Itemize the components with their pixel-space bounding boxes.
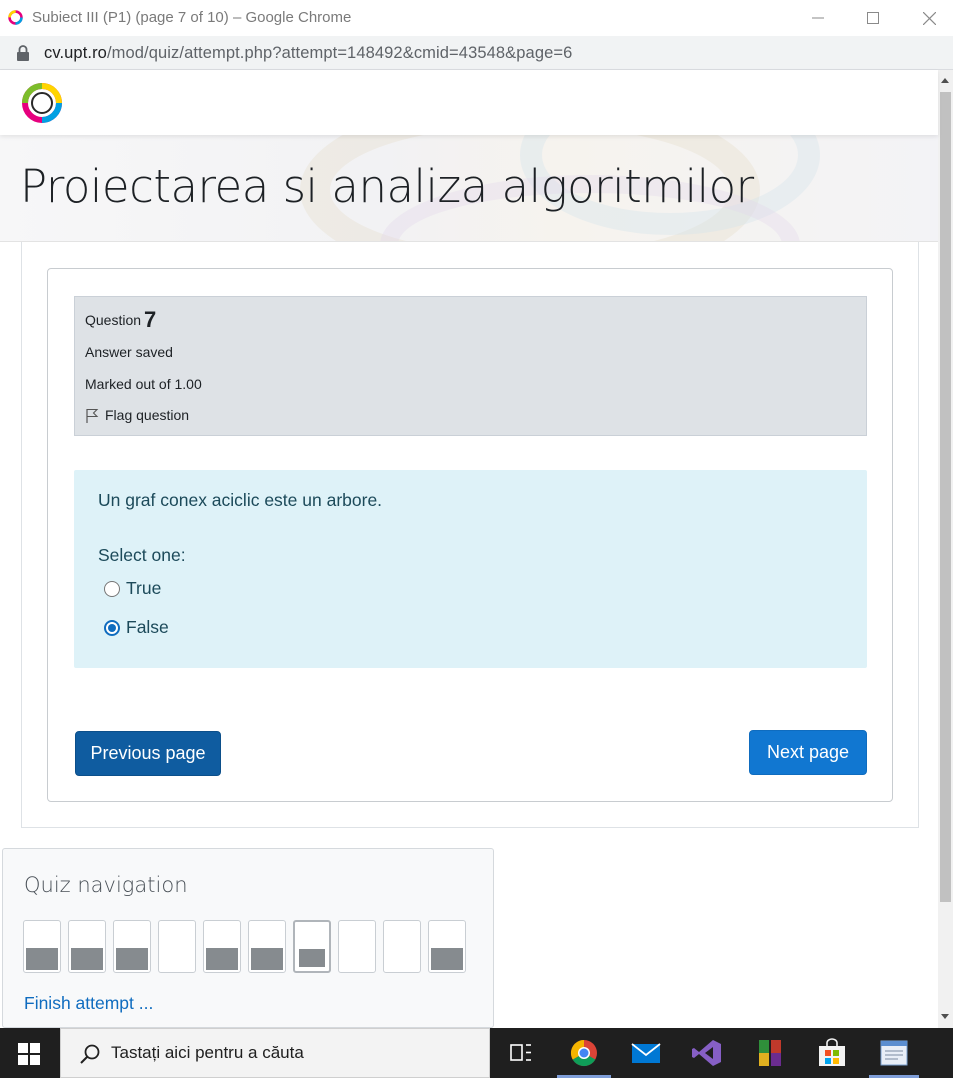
lock-icon <box>17 45 29 61</box>
quiz-nav-question-button[interactable] <box>158 920 196 973</box>
quiz-navigation-title: Quiz navigation <box>24 873 188 897</box>
answer-option-label[interactable]: True <box>126 578 161 599</box>
answer-option-true[interactable]: True <box>104 578 161 599</box>
scrollbar-thumb[interactable] <box>940 92 951 902</box>
quiz-nav-question-button[interactable] <box>293 920 331 973</box>
quiz-nav-question-button[interactable] <box>68 920 106 973</box>
select-prompt: Select one: <box>98 545 186 565</box>
browser-titlebar: Subiect III (P1) (page 7 of 10) – Google… <box>0 0 953 36</box>
question-grade: Marked out of 1.00 <box>85 376 202 392</box>
quiz-nav-question-button[interactable] <box>23 920 61 973</box>
question-state: Answer saved <box>85 344 173 360</box>
quiz-nav-question-button[interactable] <box>428 920 466 973</box>
quiz-nav-question-button[interactable] <box>203 920 241 973</box>
radio-true[interactable] <box>104 580 120 597</box>
answered-indicator <box>206 948 238 970</box>
question-number: Question 7 <box>85 307 156 333</box>
question-label: Question <box>85 312 142 328</box>
next-page-button[interactable]: Next page <box>749 730 867 775</box>
site-logo-icon[interactable] <box>19 80 65 126</box>
url-text[interactable]: cv.upt.ro/mod/quiz/attempt.php?attempt=1… <box>44 44 572 63</box>
quiz-nav-question-button[interactable] <box>338 920 376 973</box>
answered-indicator <box>251 948 283 970</box>
winrar-icon[interactable] <box>754 1038 786 1068</box>
question-number-value: 7 <box>144 307 157 332</box>
flag-question-toggle[interactable]: Flag question <box>85 407 189 423</box>
answered-indicator <box>71 948 103 970</box>
close-icon <box>922 11 936 25</box>
radio-false[interactable] <box>104 619 120 636</box>
previous-page-button[interactable]: Previous page <box>75 731 221 776</box>
address-bar[interactable]: cv.upt.ro/mod/quiz/attempt.php?attempt=1… <box>0 36 953 70</box>
scroll-up-arrow-icon[interactable] <box>941 78 949 83</box>
answered-indicator <box>26 948 58 970</box>
quiz-nav-question-button[interactable] <box>383 920 421 973</box>
question-text: Un graf conex aciclic este un arbore. <box>98 490 383 510</box>
vertical-scrollbar[interactable] <box>938 70 953 1028</box>
answered-indicator <box>431 948 463 970</box>
notepad-icon[interactable] <box>878 1038 910 1068</box>
maximize-icon <box>867 12 879 24</box>
visual-studio-icon[interactable] <box>691 1038 723 1068</box>
taskbar-search-placeholder: Tastați aici pentru a căuta <box>111 1043 304 1062</box>
site-navbar <box>0 70 938 135</box>
task-view-icon[interactable] <box>505 1038 537 1068</box>
flag-icon <box>86 408 99 423</box>
mail-icon[interactable] <box>630 1038 662 1068</box>
maximize-button[interactable] <box>845 0 901 36</box>
store-icon[interactable] <box>816 1038 848 1068</box>
windows-start-icon[interactable] <box>18 1043 40 1065</box>
quiz-nav-question-button[interactable] <box>248 920 286 973</box>
url-path: /mod/quiz/attempt.php?attempt=148492&cmi… <box>106 44 573 62</box>
chrome-icon[interactable] <box>568 1038 600 1068</box>
minimize-button[interactable] <box>790 0 846 36</box>
course-title: Proiectarea si analiza algoritmilor <box>20 160 754 213</box>
site-favicon-icon <box>8 10 23 25</box>
answered-indicator <box>116 948 148 970</box>
question-info: Question 7 Answer saved Marked out of 1.0… <box>74 296 867 436</box>
answer-option-false[interactable]: False <box>104 617 169 638</box>
windows-taskbar: Tastați aici pentru a căuta <box>0 1028 953 1078</box>
window-title: Subiect III (P1) (page 7 of 10) – Google… <box>32 9 352 26</box>
flag-question-label: Flag question <box>105 407 190 423</box>
finish-attempt-link[interactable]: Finish attempt ... <box>24 993 153 1014</box>
url-host: cv.upt.ro <box>44 44 107 62</box>
quiz-nav-question-button[interactable] <box>113 920 151 973</box>
question-content: Un graf conex aciclic este un arbore. Se… <box>74 470 867 668</box>
scroll-down-arrow-icon[interactable] <box>941 1014 949 1019</box>
answered-indicator <box>299 949 325 967</box>
taskbar-search-box[interactable]: Tastați aici pentru a căuta <box>60 1028 490 1078</box>
close-button[interactable] <box>901 0 953 36</box>
minimize-icon <box>812 17 824 19</box>
search-icon <box>80 1044 100 1064</box>
quiz-navigation-block: Quiz navigation Finish attempt ... <box>2 848 494 1028</box>
page-header: Proiectarea si analiza algoritmilor <box>0 135 938 242</box>
answer-option-label[interactable]: False <box>126 617 169 638</box>
